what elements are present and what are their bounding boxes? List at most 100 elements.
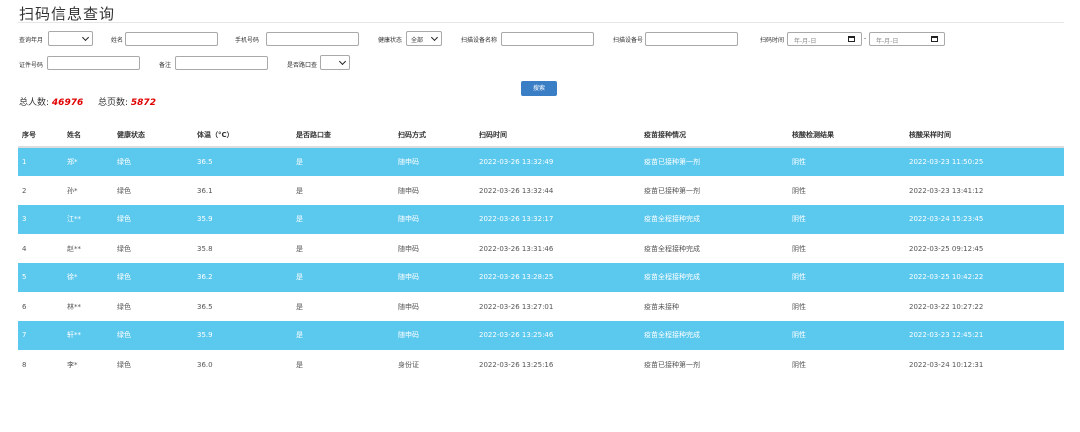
phone-input[interactable] <box>266 32 359 46</box>
cell-temperature: 35.8 <box>197 244 213 253</box>
cell-temperature: 36.0 <box>197 360 213 369</box>
table-row[interactable]: 1 郑* 绿色 36.5 是 随申码 2022-03-26 13:32:49 疫… <box>18 147 1064 176</box>
cell-scan-time: 2022-03-26 13:28:25 <box>475 263 640 292</box>
total-people-label: 总人数: <box>19 98 50 108</box>
cell-vaccine: 疫苗全程接种完成 <box>644 244 700 253</box>
table-row[interactable]: 8 李* 绿色 36.0 是 身份证 2022-03-26 13:25:16 疫… <box>18 350 1064 379</box>
cell-nat-time: 2022-03-24 10:12:31 <box>909 360 984 369</box>
cell-scan-time: 2022-03-26 13:32:17 <box>475 205 640 234</box>
cell-index: 8 <box>22 360 27 369</box>
summary: 总人数: 46976 总页数: 5872 <box>19 95 156 108</box>
col-header-gate[interactable]: 是否路口查 <box>292 124 394 148</box>
cell-vaccine: 疫苗全程接种完成 <box>640 205 788 234</box>
cell-vaccine: 疫苗已接种第一剂 <box>644 360 700 369</box>
health-select[interactable]: 全部 <box>406 31 442 46</box>
chevron-down-icon <box>81 33 90 42</box>
cell-index: 1 <box>18 147 63 176</box>
chevron-down-icon <box>338 57 347 66</box>
cell-index: 4 <box>22 244 27 253</box>
cell-health: 绿色 <box>117 244 131 253</box>
scan-time-end-input[interactable]: 年-月-日 <box>869 32 945 46</box>
health-label: 健康状态 <box>378 37 403 44</box>
total-people-count: 46976 <box>51 98 84 108</box>
cell-health: 绿色 <box>113 147 193 176</box>
cell-temperature: 36.5 <box>197 302 213 311</box>
cell-scan-method: 随申码 <box>398 186 419 195</box>
chevron-down-icon <box>430 33 439 42</box>
cell-nat-result: 阴性 <box>792 186 806 195</box>
total-pages-label: 总页数: <box>97 98 129 108</box>
cell-health: 绿色 <box>117 186 131 195</box>
col-header-vaccine[interactable]: 疫苗接种情况 <box>640 124 788 148</box>
cell-name: 郑* <box>63 147 113 176</box>
cell-name: 赵** <box>67 244 81 253</box>
cell-name: 林** <box>67 302 81 311</box>
device-no-input[interactable] <box>645 32 738 46</box>
table-row[interactable]: 4 赵** 绿色 35.8 是 随申码 2022-03-26 13:31:46 … <box>18 234 1064 263</box>
table-row[interactable]: 2 孙* 绿色 36.1 是 随申码 2022-03-26 13:32:44 疫… <box>18 176 1064 205</box>
table-header-row: 序号 姓名 健康状态 体温（°C） 是否路口查 扫码方式 扫码时间 疫苗接种情况… <box>18 124 1064 148</box>
cell-gate: 是 <box>292 263 394 292</box>
id-input[interactable] <box>47 56 140 70</box>
cell-name: 江** <box>63 205 113 234</box>
col-header-scan-time[interactable]: 扫码时间 <box>475 124 640 148</box>
health-select-value: 全部 <box>411 37 424 44</box>
cell-scan-method: 随申码 <box>398 302 419 311</box>
phone-label: 手机号码 <box>235 37 260 44</box>
cell-gate: 是 <box>292 147 394 176</box>
name-label: 姓名 <box>111 37 124 44</box>
scan-time-start-input[interactable]: 年-月-日 <box>787 32 862 46</box>
total-pages-count: 5872 <box>130 98 156 108</box>
cell-scan-time: 2022-03-26 13:32:44 <box>479 186 554 195</box>
cell-temperature: 36.2 <box>193 263 292 292</box>
col-header-temperature[interactable]: 体温（°C） <box>193 124 292 148</box>
device-no-label: 扫描设备号 <box>613 37 644 44</box>
cell-scan-method: 随申码 <box>394 147 475 176</box>
col-header-index[interactable]: 序号 <box>18 124 63 148</box>
table-row[interactable]: 7 轩** 绿色 35.9 是 随申码 2022-03-26 13:25:46 … <box>18 321 1064 350</box>
cell-gate: 是 <box>292 321 394 350</box>
cell-nat-time: 2022-03-24 15:23:45 <box>905 205 1064 234</box>
col-header-nat-time[interactable]: 核酸采样时间 <box>905 124 1064 148</box>
col-header-scan-method[interactable]: 扫码方式 <box>394 124 475 148</box>
cell-nat-result: 阴性 <box>792 302 806 311</box>
cell-index: 6 <box>22 302 27 311</box>
cell-nat-result: 阴性 <box>788 205 905 234</box>
calendar-icon[interactable] <box>931 36 938 42</box>
month-select[interactable] <box>48 31 93 46</box>
cell-scan-time: 2022-03-26 13:25:16 <box>479 360 554 369</box>
cell-gate: 是 <box>296 244 303 253</box>
table-row[interactable]: 3 江** 绿色 35.9 是 随申码 2022-03-26 13:32:17 … <box>18 205 1064 234</box>
cell-temperature: 35.9 <box>193 205 292 234</box>
cell-vaccine: 疫苗已接种第一剂 <box>640 147 788 176</box>
calendar-icon[interactable] <box>848 36 855 42</box>
cell-nat-result: 阴性 <box>788 321 905 350</box>
cell-vaccine: 疫苗未接种 <box>644 302 679 311</box>
cell-temperature: 35.9 <box>193 321 292 350</box>
remark-input[interactable] <box>175 56 268 70</box>
cell-temperature: 36.5 <box>193 147 292 176</box>
remark-label: 备注 <box>159 62 172 69</box>
cell-vaccine: 疫苗全程接种完成 <box>640 321 788 350</box>
cell-vaccine: 疫苗已接种第一剂 <box>644 186 700 195</box>
device-name-input[interactable] <box>501 32 594 46</box>
cell-gate: 是 <box>292 205 394 234</box>
name-input[interactable] <box>125 32 218 46</box>
gate-select[interactable] <box>320 55 350 70</box>
cell-index: 7 <box>18 321 63 350</box>
table-row[interactable]: 5 徐* 绿色 36.2 是 随申码 2022-03-26 13:28:25 疫… <box>18 263 1064 292</box>
cell-nat-result: 阴性 <box>788 263 905 292</box>
cell-scan-time: 2022-03-26 13:27:01 <box>479 302 554 311</box>
cell-scan-method: 身份证 <box>398 360 419 369</box>
table-row[interactable]: 6 林** 绿色 36.5 是 随申码 2022-03-26 13:27:01 … <box>18 292 1064 321</box>
cell-name: 孙* <box>67 186 78 195</box>
title-divider <box>18 22 1064 23</box>
search-button[interactable]: 搜索 <box>521 81 557 96</box>
col-header-nat-result[interactable]: 核酸检测结果 <box>788 124 905 148</box>
col-header-health[interactable]: 健康状态 <box>113 124 193 148</box>
page-title: 扫码信息查询 <box>19 5 116 23</box>
cell-nat-result: 阴性 <box>792 244 806 253</box>
cell-nat-result: 阴性 <box>792 360 806 369</box>
col-header-name[interactable]: 姓名 <box>63 124 113 148</box>
cell-name: 轩** <box>63 321 113 350</box>
